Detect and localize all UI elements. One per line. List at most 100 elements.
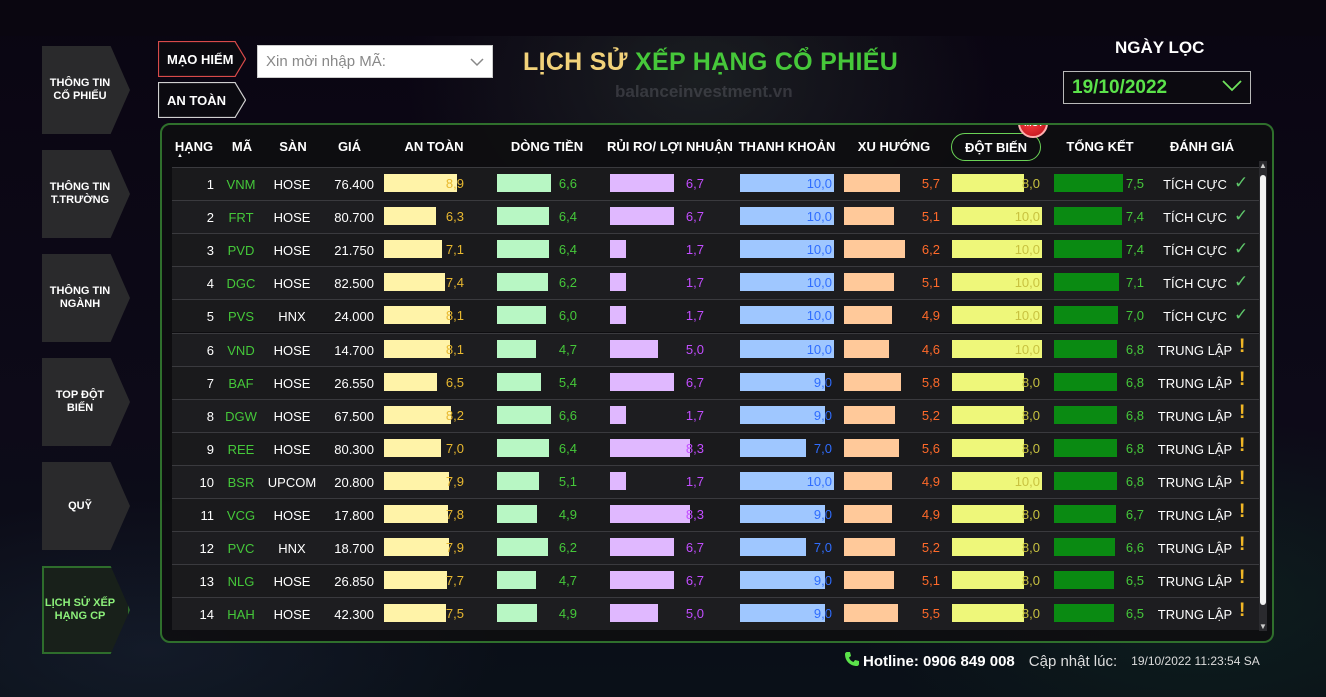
table-row[interactable]: 7 BAF HOSE 26.550 6,5 5,4 6,7 9,0 5,8 8,0 6,8 TRUNG… bbox=[172, 365, 1260, 399]
dot-bien-score-value: 8,0 bbox=[1021, 374, 1040, 390]
table-row[interactable]: 12 PVC HNX 18.700 7,9 6,2 6,7 7,0 5,2 8,0 6,6 TRUNG… bbox=[172, 531, 1260, 565]
table-row[interactable]: 1 VNM HOSE 76.400 8,9 6,6 6,7 10,0 5,7 8,0 7,5 TÍCH… bbox=[172, 167, 1260, 200]
tong-ket-score-value: 6,8 bbox=[1125, 440, 1144, 456]
stock-code-cell: BSR bbox=[227, 474, 255, 490]
col-exchange-header[interactable]: SÀN bbox=[268, 139, 318, 154]
col-breakout-label: ĐỘT BIẾN bbox=[964, 139, 1028, 155]
col-safety-header[interactable]: AN TOÀN bbox=[384, 139, 484, 154]
tong-ket-score-cell: 7,1 bbox=[1054, 273, 1146, 292]
tong-ket-score-value: 6,5 bbox=[1125, 573, 1144, 589]
table-row[interactable]: 3 PVD HOSE 21.750 7,1 6,4 1,7 10,0 6,2 10,0 7,4 TÍC… bbox=[172, 233, 1260, 267]
dong-tien-score-cell: 5,4 bbox=[497, 372, 579, 391]
table-row[interactable]: 2 FRT HOSE 80.700 6,3 6,4 6,7 10,0 5,1 10,0 7,4 TÍC… bbox=[172, 200, 1260, 234]
table-row[interactable]: 11 VCG HOSE 17.800 7,8 4,9 8,3 9,0 4,9 8,0 6,7 TRUN… bbox=[172, 498, 1260, 531]
dong-tien-score-cell: 6,4 bbox=[497, 240, 579, 259]
table-row[interactable]: 14 HAH HOSE 42.300 7,5 4,9 5,0 9,0 5,5 8,0 6,5 TRUN… bbox=[172, 597, 1260, 631]
thanh-khoan-score-bar bbox=[740, 538, 806, 557]
dong-tien-score-cell: 6,2 bbox=[497, 273, 579, 292]
rui-ro-score-value: 1,7 bbox=[685, 407, 704, 423]
an-toan-score-value: 6,3 bbox=[445, 209, 464, 225]
col-code-header[interactable]: MÃ bbox=[222, 139, 262, 154]
rating-cell: TRUNG LẬP bbox=[1157, 474, 1233, 490]
table-row[interactable]: 9 REE HOSE 80.300 7,0 6,4 8,3 7,0 5,6 8,0 6,8 TRUNG… bbox=[172, 431, 1260, 465]
check-icon: ✓ bbox=[1234, 305, 1249, 325]
an-toan-score-value: 6,5 bbox=[445, 374, 464, 390]
warning-icon: ! bbox=[1239, 434, 1246, 456]
stock-search-input[interactable] bbox=[266, 53, 466, 70]
scroll-down-icon[interactable]: ▼ bbox=[1259, 622, 1267, 631]
chevron-down-icon[interactable] bbox=[470, 54, 484, 70]
thanh-khoan-score-value: 10,0 bbox=[806, 341, 832, 357]
rui-ro-score-cell: 5,0 bbox=[610, 339, 706, 358]
exchange-cell: HNX bbox=[278, 541, 306, 557]
thanh-khoan-score-cell: 10,0 bbox=[740, 273, 834, 292]
rui-ro-score-value: 1,7 bbox=[685, 473, 704, 489]
exchange-cell: HOSE bbox=[273, 342, 311, 358]
table-row[interactable]: 10 BSR UPCOM 20.800 7,9 5,1 1,7 10,0 4,9 10,0 6,8 T… bbox=[172, 464, 1260, 498]
dong-tien-score-bar bbox=[497, 405, 552, 424]
dong-tien-score-value: 4,9 bbox=[558, 606, 577, 622]
tong-ket-score-value: 6,8 bbox=[1125, 407, 1144, 423]
rating-cell: TÍCH CỰC bbox=[1163, 243, 1227, 259]
price-cell: 20.800 bbox=[334, 474, 374, 490]
col-trend-header[interactable]: XU HƯỚNG bbox=[844, 139, 944, 154]
tong-ket-score-bar bbox=[1054, 339, 1117, 358]
tong-ket-score-bar bbox=[1054, 273, 1120, 292]
dong-tien-score-bar bbox=[497, 604, 538, 623]
table-scrollbar[interactable]: ▲ ▼ bbox=[1259, 161, 1267, 631]
risky-filter-button[interactable]: MẠO HIỂM bbox=[158, 41, 246, 77]
tong-ket-score-cell: 6,6 bbox=[1054, 538, 1146, 557]
xu-huong-score-cell: 4,9 bbox=[844, 471, 942, 490]
col-risk-return-header[interactable]: RỦI RO/ LỢI NHUẬN bbox=[607, 139, 733, 154]
thanh-khoan-score-cell: 10,0 bbox=[740, 306, 834, 325]
rui-ro-score-value: 6,7 bbox=[685, 573, 704, 589]
rui-ro-score-cell: 6,7 bbox=[610, 372, 706, 391]
table-row[interactable]: 13 NLG HOSE 26.850 7,7 4,7 6,7 9,0 5,1 8,0 6,5 TRUN… bbox=[172, 564, 1260, 598]
warning-icon: ! bbox=[1239, 501, 1246, 522]
stock-code-cell: PVS bbox=[227, 309, 254, 325]
dong-tien-score-value: 6,2 bbox=[558, 275, 577, 291]
tong-ket-score-bar bbox=[1054, 505, 1116, 523]
an-toan-score-cell: 8,2 bbox=[384, 405, 466, 424]
tong-ket-score-bar bbox=[1054, 174, 1123, 192]
safe-filter-button[interactable]: AN TOÀN bbox=[158, 82, 246, 118]
thanh-khoan-score-cell: 10,0 bbox=[740, 339, 834, 358]
dong-tien-score-value: 4,9 bbox=[558, 507, 577, 522]
tong-ket-score-cell: 7,5 bbox=[1054, 174, 1146, 192]
tong-ket-score-value: 7,4 bbox=[1125, 209, 1144, 225]
filter-date-dropdown[interactable]: 19/10/2022 bbox=[1063, 71, 1251, 104]
table-row[interactable]: 6 VND HOSE 14.700 8,1 4,7 5,0 10,0 4,6 10,0 6,8 TRU… bbox=[172, 332, 1260, 366]
col-price-header[interactable]: GIÁ bbox=[327, 139, 372, 154]
tong-ket-score-value: 6,6 bbox=[1125, 540, 1144, 556]
an-toan-score-value: 7,9 bbox=[445, 473, 464, 489]
scrollbar-thumb[interactable] bbox=[1260, 175, 1266, 605]
col-rank-header[interactable]: HẠNG bbox=[174, 139, 214, 159]
scroll-up-icon[interactable]: ▲ bbox=[1259, 161, 1267, 170]
price-cell: 21.750 bbox=[334, 243, 374, 259]
thanh-khoan-score-value: 10,0 bbox=[806, 275, 832, 291]
xu-huong-score-bar bbox=[844, 174, 900, 192]
xu-huong-score-value: 5,1 bbox=[921, 573, 940, 589]
col-summary-header[interactable]: TỔNG KẾT bbox=[1050, 139, 1150, 154]
dong-tien-score-value: 6,6 bbox=[558, 407, 577, 423]
dot-bien-score-cell: 8,0 bbox=[952, 604, 1042, 623]
dong-tien-score-bar bbox=[497, 438, 550, 457]
table-row[interactable]: 5 PVS HNX 24.000 8,1 6,0 1,7 10,0 4,9 10,0 7,0 TÍCH… bbox=[172, 299, 1260, 333]
table-row[interactable]: 4 DGC HOSE 82.500 7,4 6,2 1,7 10,0 5,1 10,0 7,1 TÍC… bbox=[172, 266, 1260, 300]
tong-ket-score-bar bbox=[1054, 604, 1114, 623]
an-toan-score-value: 7,0 bbox=[445, 440, 464, 456]
rank-cell: 14 bbox=[199, 607, 214, 623]
rating-cell: TRUNG LẬP bbox=[1157, 508, 1233, 523]
col-cashflow-header[interactable]: DÒNG TIỀN bbox=[497, 139, 597, 154]
stock-search-dropdown[interactable] bbox=[257, 45, 493, 78]
sidebar-item-label: TOP ĐỘT BIẾN bbox=[55, 389, 105, 414]
tong-ket-score-cell: 6,5 bbox=[1054, 604, 1146, 623]
col-rating-header[interactable]: ĐÁNH GIÁ bbox=[1152, 139, 1252, 154]
xu-huong-score-cell: 4,9 bbox=[844, 306, 942, 325]
table-row[interactable]: 8 DGW HOSE 67.500 8,2 6,6 1,7 9,0 5,2 8,0 6,8 TRUNG… bbox=[172, 398, 1260, 432]
xu-huong-score-cell: 5,1 bbox=[844, 273, 942, 292]
dot-bien-score-value: 10,0 bbox=[1014, 242, 1040, 258]
col-liquidity-header[interactable]: THANH KHOẢN bbox=[737, 139, 837, 154]
chevron-down-icon[interactable] bbox=[1222, 79, 1242, 97]
sidebar-item-label: QUỸ bbox=[68, 499, 92, 512]
